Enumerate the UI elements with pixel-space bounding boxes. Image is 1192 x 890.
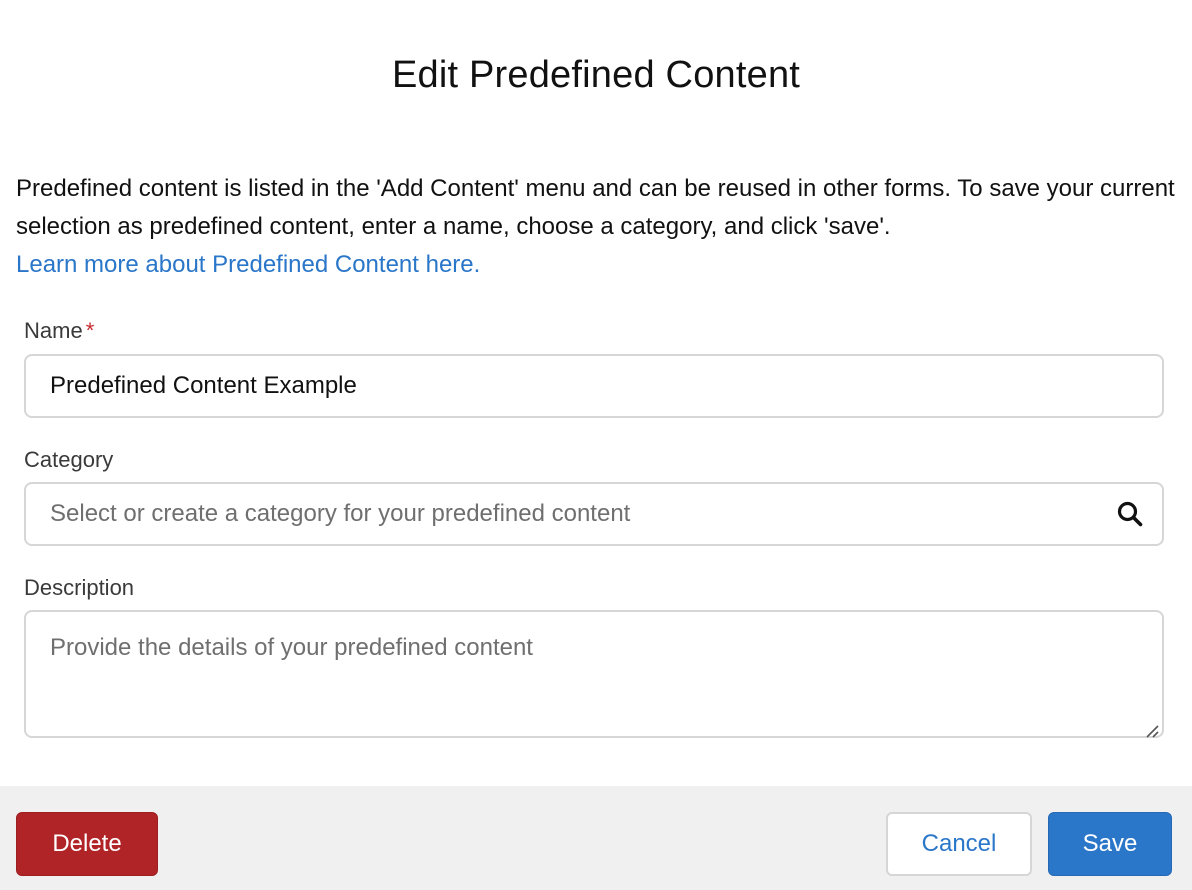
intro-paragraph: Predefined content is listed in the 'Add… — [16, 170, 1176, 284]
search-icon[interactable] — [1116, 500, 1144, 528]
dialog-title: Edit Predefined Content — [391, 54, 801, 96]
learn-more-link[interactable]: Learn more about Predefined Content here… — [16, 251, 480, 278]
description-label: Description — [24, 575, 135, 600]
category-placeholder: Select or create a category for your pre… — [50, 500, 631, 527]
save-button[interactable]: Save — [1048, 812, 1172, 876]
category-input[interactable]: Select or create a category for your pre… — [24, 482, 1164, 546]
delete-button[interactable]: Delete — [16, 812, 158, 876]
intro-text: Predefined content is listed in the 'Add… — [16, 175, 1175, 240]
description-textarea[interactable]: Provide the details of your predefined c… — [24, 610, 1164, 738]
description-placeholder: Provide the details of your predefined c… — [50, 634, 533, 661]
name-input[interactable]: Predefined Content Example — [24, 354, 1164, 418]
name-input-value: Predefined Content Example — [50, 372, 357, 399]
resize-handle-icon[interactable] — [1144, 718, 1160, 738]
name-label-text: Name — [24, 318, 83, 343]
edit-predefined-content-dialog: Edit Predefined Content Predefined conte… — [0, 0, 1192, 890]
category-label: Category — [24, 447, 114, 472]
cancel-button[interactable]: Cancel — [886, 812, 1032, 876]
required-marker: * — [85, 318, 95, 343]
name-label: Name * — [24, 318, 94, 344]
dialog-footer: Delete Cancel Save — [0, 786, 1192, 890]
